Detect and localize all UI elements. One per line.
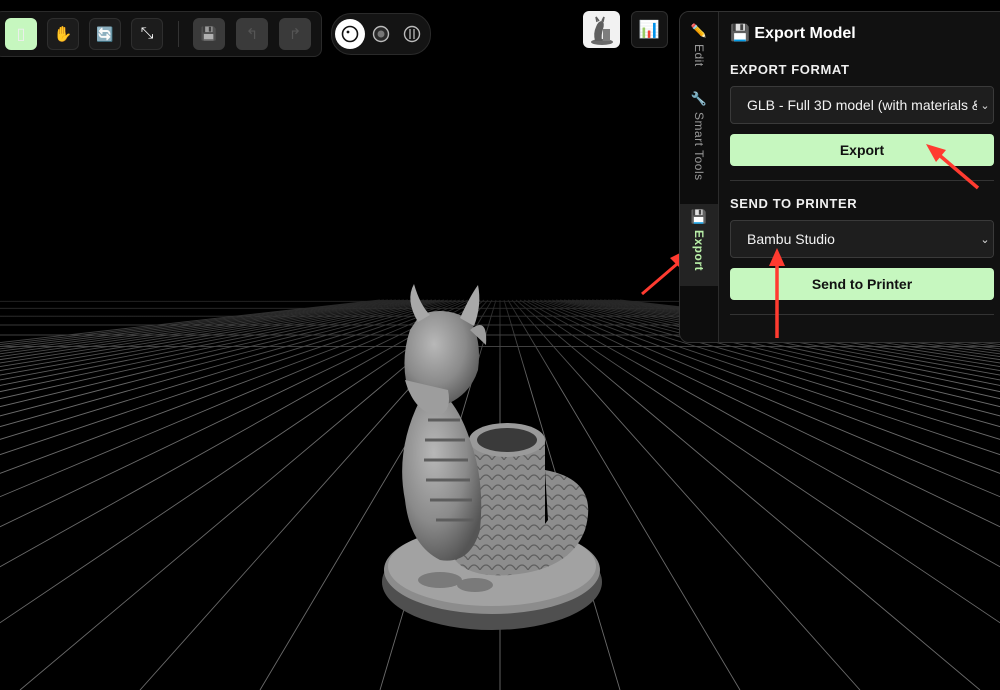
wireframe-view-button[interactable] — [397, 19, 427, 49]
export-format-label: EXPORT FORMAT — [730, 62, 850, 77]
rotate-tool-button[interactable]: 🔄 — [89, 18, 121, 50]
solid-sphere-icon — [341, 25, 359, 43]
redo-button[interactable]: ↱ — [279, 18, 311, 50]
model-thumbnail-button[interactable] — [583, 11, 620, 48]
tab-smart-tools-label: Smart Tools — [692, 112, 706, 181]
export-format-value: GLB - Full 3D model (with materials & te… — [747, 97, 983, 113]
chevron-down-icon: ⌄ — [977, 87, 993, 123]
panel-tab-strip: ✏️ Edit 🔧 Smart Tools 💾 Export — [680, 12, 719, 342]
solid-view-button[interactable] — [335, 19, 365, 49]
statistics-button[interactable]: 📊 — [631, 11, 668, 48]
section-divider — [730, 314, 994, 315]
export-button[interactable]: Export — [730, 134, 994, 166]
document-icon: ▯ — [16, 26, 26, 43]
tab-export[interactable]: 💾 Export — [680, 204, 718, 286]
printer-select[interactable]: Bambu Studio ⌄ — [730, 220, 994, 258]
scale-tool-button[interactable]: ⤡ — [131, 18, 163, 50]
dragon-thumbnail-icon — [590, 16, 613, 45]
section-divider — [730, 180, 994, 181]
material-sphere-icon — [372, 25, 390, 43]
tab-smart-tools[interactable]: 🔧 Smart Tools — [680, 92, 718, 196]
toolbar: ▯ ✋ 🔄 ⤡ 💾 ↰ ↱ — [0, 11, 322, 57]
tab-edit-label: Edit — [692, 44, 706, 67]
material-view-button[interactable] — [366, 19, 396, 49]
pan-tool-button[interactable]: ✋ — [47, 18, 79, 50]
send-to-printer-label: SEND TO PRINTER — [730, 196, 858, 211]
toolbar-separator — [178, 21, 179, 47]
printer-select-value: Bambu Studio — [747, 231, 835, 247]
tab-export-label: Export — [692, 230, 706, 272]
tab-edit[interactable]: ✏️ Edit — [680, 24, 718, 88]
view-mode-switcher — [331, 13, 431, 55]
send-to-printer-button[interactable]: Send to Printer — [730, 268, 994, 300]
floppy-disk-icon: 💾 — [690, 209, 708, 224]
save-button[interactable]: 💾 — [193, 18, 225, 50]
redo-icon: ↱ — [288, 26, 302, 43]
undo-button[interactable]: ↰ — [236, 18, 268, 50]
select-tool-button[interactable]: ▯ — [5, 18, 37, 50]
export-side-panel: ✏️ Edit 🔧 Smart Tools 💾 Export 💾 Export … — [679, 11, 1000, 343]
export-format-select[interactable]: GLB - Full 3D model (with materials & te… — [730, 86, 994, 124]
rotate-icon: 🔄 — [96, 25, 114, 42]
panel-title: 💾 Export Model — [730, 25, 856, 42]
undo-icon: ↰ — [245, 26, 259, 43]
bar-chart-icon: 📊 — [638, 19, 661, 39]
wrench-icon: 🔧 — [690, 91, 708, 106]
chevron-down-icon: ⌄ — [977, 221, 993, 257]
wireframe-sphere-icon — [403, 25, 421, 43]
pencil-icon: ✏️ — [690, 23, 708, 38]
floppy-disk-icon: 💾 — [200, 26, 218, 41]
hand-icon: ✋ — [53, 26, 73, 43]
resize-icon: ⤡ — [140, 25, 154, 42]
